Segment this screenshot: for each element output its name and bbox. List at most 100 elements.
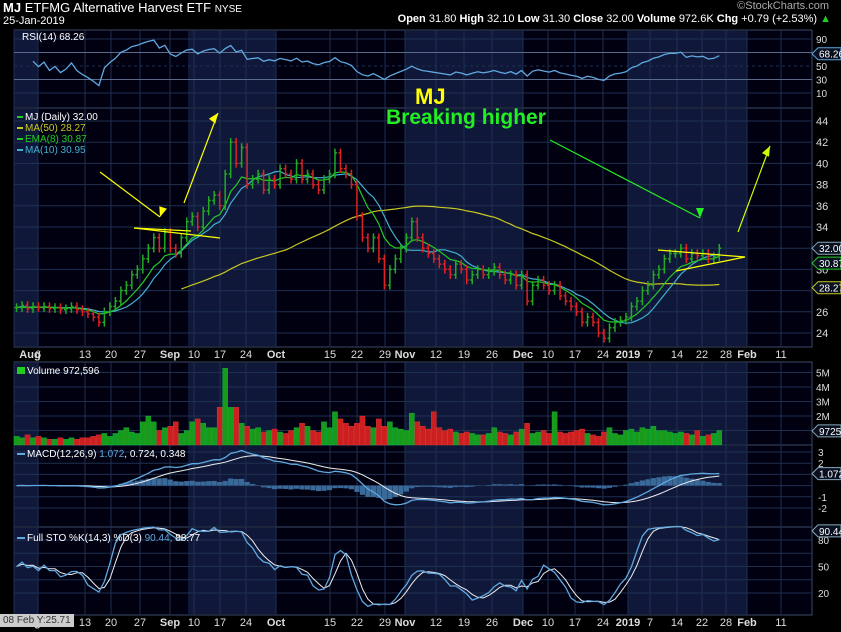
volume-bar [211, 427, 217, 446]
close-value: 32.00 [819, 244, 841, 255]
volume-bar [634, 431, 640, 446]
x-tick-bottom: 7 [647, 617, 653, 629]
x-tick-top: Nov [395, 349, 417, 361]
volume-bar [41, 437, 47, 446]
macd-histogram-bar [162, 478, 168, 486]
macd-histogram-bar [447, 485, 453, 488]
volume-bar [299, 423, 305, 446]
volume-tick: 3M [816, 398, 830, 409]
macd-histogram-bar [464, 485, 470, 488]
x-tick-top: 20 [105, 349, 117, 361]
volume-bar [409, 412, 415, 446]
volume-bar [573, 430, 580, 446]
price-tick: 24 [816, 328, 828, 340]
volume-bar [496, 431, 503, 446]
x-tick-bottom: 14 [671, 617, 683, 629]
volume-bar [694, 430, 701, 446]
macd-histogram-bar [634, 481, 640, 486]
x-tick-top: 22 [351, 349, 363, 361]
volume-bar [645, 428, 651, 446]
volume-bar [524, 423, 530, 446]
macd-histogram-bar [508, 484, 514, 486]
volume-bar [107, 436, 113, 446]
ma50-value: 28.27 [819, 284, 841, 295]
x-tick-top: 11 [775, 349, 786, 361]
legend-swatch [17, 149, 23, 151]
volume-bar [447, 428, 454, 446]
legend-item: MJ (Daily) 32.00 [25, 112, 98, 123]
volume-bar [540, 430, 547, 446]
volume-bar [151, 421, 157, 446]
macd-legend-swatch [17, 453, 25, 455]
x-tick-bottom: 13 [79, 617, 91, 629]
macd-histogram-bar [705, 481, 711, 486]
volume-bar [623, 430, 629, 446]
macd-histogram-bar [584, 485, 591, 488]
macd-histogram-bar [354, 485, 360, 492]
volume-bar [162, 427, 168, 446]
macd-histogram-bar [414, 485, 420, 488]
macd-histogram-bar [222, 480, 228, 486]
macd-histogram-bar [590, 485, 596, 488]
macd-histogram-bar [716, 483, 722, 486]
x-tick-bottom: 12 [430, 617, 442, 629]
volume-bar [535, 431, 541, 446]
x-tick-top: Dec [513, 349, 533, 361]
x-tick-bottom: 20 [105, 617, 117, 629]
macd-histogram-bar [491, 484, 497, 486]
macd-histogram-bar [519, 484, 525, 486]
volume-bar [57, 437, 64, 446]
volume-bar [650, 425, 657, 446]
macd-histogram-bar [271, 485, 278, 490]
macd-histogram-bar [601, 485, 607, 489]
volume-bar [442, 430, 448, 446]
volume-bar [167, 425, 174, 446]
volume-bar [118, 430, 124, 446]
volume-bar [266, 430, 272, 446]
volume-bar [584, 433, 591, 446]
x-tick-bottom: 17 [569, 617, 581, 629]
volume-bar [343, 423, 349, 446]
volume-tick: 5M [816, 369, 830, 380]
volume-bar [387, 421, 393, 446]
macd-histogram-bar [326, 485, 333, 491]
macd-histogram-bar [343, 485, 349, 489]
x-tick-top: Feb [737, 349, 757, 361]
volume-bar [678, 431, 684, 446]
volume-bar [689, 434, 695, 446]
x-tick-bottom: 22 [351, 617, 363, 629]
macd-histogram-bar [453, 485, 459, 488]
volume-bar [205, 427, 212, 446]
macd-histogram-bar [299, 485, 305, 490]
macd-histogram-bar [694, 479, 700, 486]
macd-histogram-bar [612, 485, 618, 487]
volume-bar [74, 439, 80, 446]
x-tick-bottom: 10 [542, 617, 554, 629]
macd-histogram-bar [332, 485, 338, 489]
x-tick-top: 13 [79, 349, 91, 361]
macd-histogram-bar [628, 483, 635, 486]
macd-histogram-bar [513, 484, 519, 486]
volume-bar [474, 434, 481, 446]
macd-histogram-bar [535, 484, 541, 486]
volume-bar [52, 439, 58, 446]
x-tick-bottom: 17 [214, 617, 226, 629]
volume-bar [398, 428, 404, 446]
x-tick-bottom: Dec [513, 617, 533, 629]
volume-bar [112, 433, 119, 446]
stock-chart: MJ ETFMG Alternative Harvest ETF NYSE 25… [0, 0, 841, 632]
sto-tick: 50 [818, 563, 830, 574]
macd-histogram-bar [645, 479, 651, 486]
macd-histogram-bar [293, 485, 300, 489]
macd-histogram-bar [195, 481, 201, 486]
macd-tick: 3 [818, 448, 824, 459]
volume-bar [700, 436, 706, 446]
volume-bar [129, 431, 135, 446]
volume-bar [140, 421, 146, 446]
volume-bar [293, 427, 300, 446]
sto-k-value: 90.44, [145, 533, 176, 544]
volume-tick: 2M [816, 412, 830, 423]
x-tick-bottom: Oct [267, 617, 286, 629]
volume-bar [431, 411, 437, 446]
volume-bar [436, 427, 443, 446]
